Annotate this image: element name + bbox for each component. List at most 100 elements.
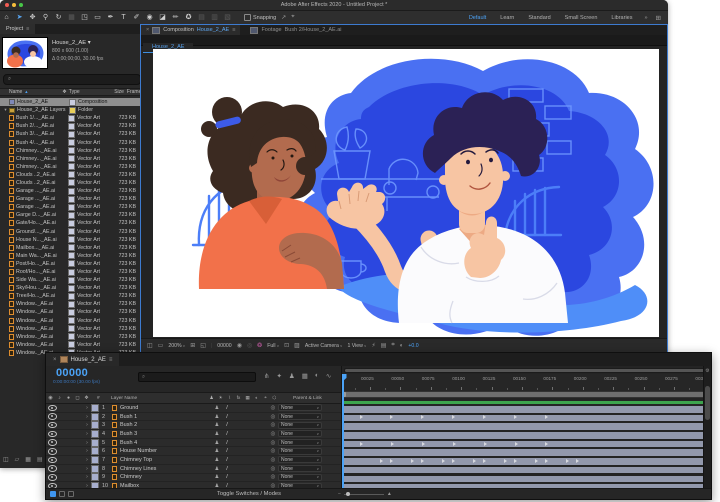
keyframe-marker[interactable] — [484, 442, 487, 446]
label-color-chip[interactable] — [68, 171, 75, 178]
project-row[interactable]: Chimney..._AE.aiVector Art723 KB — [0, 163, 140, 171]
layer-duration-bar[interactable] — [342, 423, 707, 430]
workspace-default[interactable]: Default — [462, 15, 493, 21]
label-color-chip[interactable] — [68, 309, 75, 316]
label-color-chip[interactable] — [68, 179, 75, 186]
zoom-slider[interactable] — [344, 494, 384, 495]
hand-tool[interactable]: ✥ — [26, 11, 39, 24]
panel-menu-icon[interactable]: ≡ — [109, 357, 113, 363]
reset-exposure-icon[interactable]: ◐ — [400, 343, 404, 349]
eye-icon[interactable] — [48, 431, 57, 438]
keyframe-marker[interactable] — [515, 442, 518, 446]
keyframe-marker[interactable] — [545, 442, 548, 446]
label-color-chip[interactable] — [68, 269, 75, 276]
quality-column-icon[interactable]: \ — [225, 395, 234, 401]
grid-guides-icon[interactable]: ⊞ — [190, 342, 195, 349]
layer-track[interactable] — [342, 440, 707, 449]
label-color-chip[interactable] — [68, 244, 75, 251]
layer-duration-bar[interactable] — [342, 467, 707, 474]
project-row[interactable]: Garage ..._AE.aiVector Art723 KB — [0, 187, 140, 195]
timeline-search-input[interactable]: ⌕ — [138, 372, 256, 382]
keyframe-marker[interactable] — [452, 459, 455, 463]
project-row[interactable]: Gate/Ho..._AE.aiVector Art723 KB — [0, 219, 140, 227]
keyframe-marker[interactable] — [453, 442, 456, 446]
workspace-learn[interactable]: Learn — [493, 15, 521, 21]
expand-icon[interactable]: › — [83, 422, 91, 428]
expand-icon[interactable]: › — [83, 466, 91, 472]
column-size[interactable]: Size — [102, 89, 124, 95]
label-color-chip[interactable] — [68, 220, 75, 227]
monitor-icon[interactable]: ▭ — [158, 342, 164, 349]
layer-name[interactable]: Chimney — [120, 474, 212, 480]
layer-row[interactable]: ›2Bush 1♟/◎None∨ — [46, 413, 341, 422]
resolution-dropdown[interactable]: Full ∨ — [267, 343, 279, 349]
label-color-chip[interactable] — [68, 131, 75, 138]
show-snapshot-icon[interactable]: ◎ — [247, 342, 252, 349]
layer-duration-bar[interactable] — [342, 449, 707, 456]
shy-switch-icon[interactable]: ♟ — [212, 466, 222, 472]
clone-stamp-tool[interactable]: ◉ — [143, 11, 156, 24]
layer-track[interactable] — [342, 422, 707, 431]
layer-name[interactable]: Bush 2 — [120, 422, 212, 428]
label-color-chip[interactable] — [91, 465, 99, 473]
comp-mini-flowchart-icon[interactable]: ⋔ — [264, 372, 269, 380]
layer-track[interactable] — [342, 475, 707, 484]
shy-switch-icon[interactable]: ♟ — [212, 414, 222, 420]
adjustment-column-icon[interactable]: ◓ — [261, 395, 270, 401]
label-color-chip[interactable] — [68, 204, 75, 211]
expand-icon[interactable]: › — [83, 448, 91, 454]
label-color-chip[interactable] — [68, 228, 75, 235]
keyframe-marker[interactable] — [576, 459, 579, 463]
label-color-chip[interactable] — [91, 404, 99, 412]
lock-column-icon[interactable]: ◻ — [73, 395, 82, 401]
label-color-chip[interactable] — [68, 163, 75, 170]
eye-icon[interactable] — [48, 413, 57, 420]
motion-blur-column-icon[interactable]: ◐ — [252, 395, 261, 401]
workspace-libraries[interactable]: Libraries — [604, 15, 639, 21]
layer-track[interactable] — [342, 457, 707, 466]
layer-name[interactable]: House Number — [120, 448, 212, 454]
horizontal-scrollbar[interactable] — [344, 368, 705, 373]
fx-column-icon[interactable]: fx — [234, 395, 243, 401]
layer-row[interactable]: ›7Chimney Top♟/◎None∨ — [46, 456, 341, 465]
label-color-chip[interactable] — [68, 293, 75, 300]
quality-switch-icon[interactable]: / — [222, 405, 232, 411]
quality-switch-icon[interactable]: / — [222, 440, 232, 446]
title-bar[interactable]: Adobe After Effects 2020 - Untitled Proj… — [0, 0, 668, 11]
project-row[interactable]: Window.._AE.aiVector Art723 KB — [0, 300, 140, 308]
label-color-chip[interactable] — [69, 107, 76, 114]
shy-switch-icon[interactable]: ♟ — [212, 405, 222, 411]
parent-dropdown[interactable]: None∨ — [278, 430, 322, 437]
parent-pickwhip-icon[interactable]: ◎ — [268, 431, 278, 437]
motion-blur-icon[interactable]: ◐ — [315, 372, 319, 380]
expand-icon[interactable]: › — [83, 440, 91, 446]
zoom-in-icon[interactable]: ▲ — [387, 491, 392, 497]
zoom-tool[interactable]: ⚲ — [39, 11, 52, 24]
project-row[interactable]: Garage ..._AE.aiVector Art723 KB — [0, 195, 140, 203]
parent-dropdown[interactable]: None∨ — [278, 413, 322, 420]
parent-pickwhip-icon[interactable]: ◎ — [268, 466, 278, 472]
view-layout-dropdown[interactable]: 1 View ∨ — [347, 343, 366, 349]
draft-3d-icon[interactable]: ✦ — [276, 372, 281, 380]
shy-switch-icon[interactable]: ♟ — [212, 457, 222, 463]
work-area-bar[interactable] — [342, 391, 707, 398]
snapping-checkbox[interactable] — [244, 14, 251, 21]
keyframe-marker[interactable] — [535, 459, 538, 463]
keyframe-marker[interactable] — [391, 442, 394, 446]
label-color-chip[interactable] — [91, 421, 99, 429]
eye-icon[interactable] — [48, 448, 57, 455]
layer-track[interactable] — [342, 431, 707, 440]
snap-to-grid-icon[interactable]: ⌖ — [291, 14, 294, 21]
parent-pickwhip-icon[interactable]: ◎ — [268, 448, 278, 454]
project-row[interactable]: Sky/Hou..._AE.aiVector Art723 KB — [0, 284, 140, 292]
layer-name[interactable]: Chimney Lines — [120, 466, 212, 472]
layer-switches-pane-icon[interactable] — [50, 491, 56, 497]
layer-duration-bar[interactable] — [342, 432, 707, 439]
keyframe-marker[interactable] — [514, 459, 517, 463]
project-row[interactable]: Ground/..._AE.aiVector Art723 KB — [0, 228, 140, 236]
selection-tool[interactable]: ➤ — [13, 11, 26, 24]
frame-blend-icon[interactable]: ▦ — [302, 372, 308, 380]
layer-duration-bar[interactable] — [342, 406, 707, 413]
workspace-grid-icon[interactable]: ⊞ — [653, 14, 664, 22]
video-column-icon[interactable]: ◉ — [46, 395, 55, 401]
